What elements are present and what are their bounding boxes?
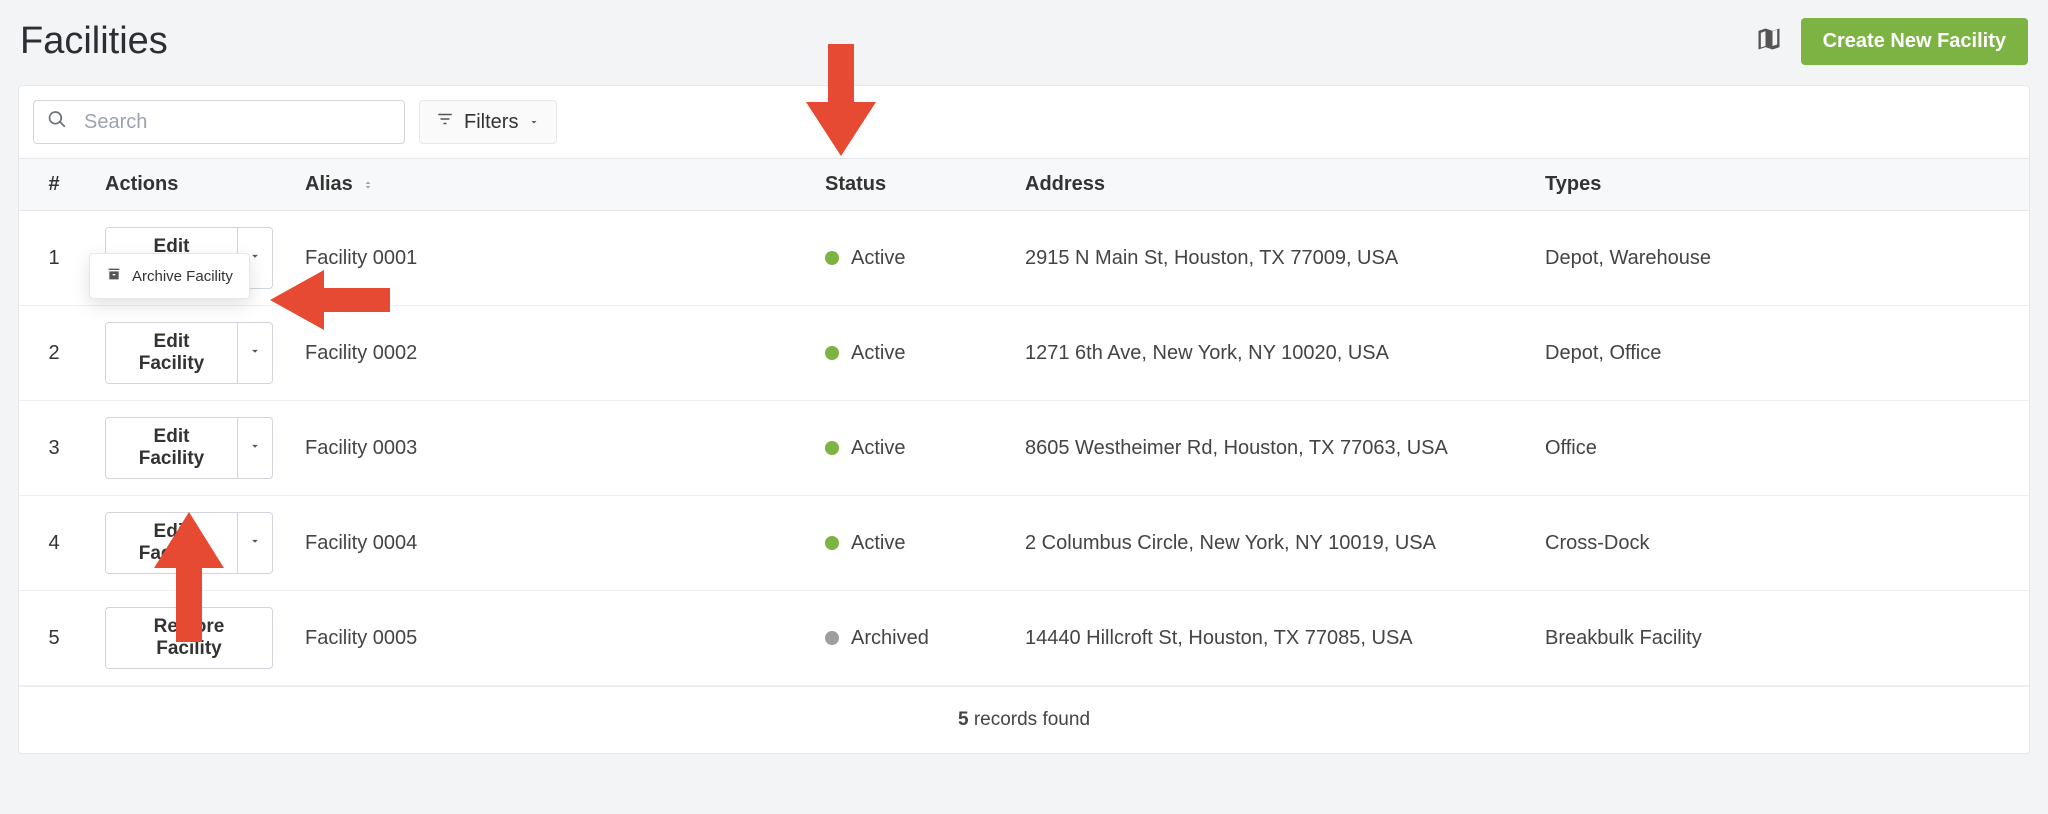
row-alias: Facility 0002 <box>289 306 809 401</box>
table-row: 4 Edit Facility Facility 0004 Active 2 Colum… <box>19 496 2029 591</box>
row-index: 4 <box>19 496 89 591</box>
action-dropdown-toggle[interactable] <box>238 417 273 479</box>
table-row: 2 Edit Facility Facility 0002 Active 1271 6t… <box>19 306 2029 401</box>
sort-indicator-icon <box>358 173 374 195</box>
status-dot-icon <box>825 441 839 455</box>
archive-icon <box>106 266 122 286</box>
caret-down-icon <box>528 111 540 134</box>
chevron-down-icon <box>248 342 262 363</box>
row-alias: Facility 0001 <box>289 211 809 306</box>
row-actions: Edit FacilityArchive Facility <box>89 211 289 306</box>
col-header-types[interactable]: Types <box>1529 159 2029 211</box>
create-facility-button[interactable]: Create New Facility <box>1801 18 2028 65</box>
search-icon <box>47 110 67 135</box>
action-dropdown-toggle[interactable] <box>238 512 273 574</box>
row-index: 3 <box>19 401 89 496</box>
row-alias: Facility 0005 <box>289 591 809 686</box>
row-types: Breakbulk Facility <box>1529 591 2029 686</box>
facilities-table: # Actions Alias Status Address Types 1Ed… <box>19 158 2029 686</box>
row-actions: Restore Facility <box>89 591 289 686</box>
filters-button[interactable]: Filters <box>419 100 557 144</box>
status-dot-icon <box>825 536 839 550</box>
filters-label: Filters <box>464 111 518 134</box>
table-header: # Actions Alias Status Address Types <box>19 159 2029 211</box>
status-label: Active <box>851 247 905 270</box>
row-address: 1271 6th Ave, New York, NY 10020, USA <box>1009 306 1529 401</box>
row-address: 14440 Hillcroft St, Houston, TX 77085, U… <box>1009 591 1529 686</box>
row-actions: Edit Facility <box>89 401 289 496</box>
header-actions: Create New Facility <box>1755 18 2028 65</box>
row-status: Archived <box>809 591 1009 686</box>
row-status: Active <box>809 401 1009 496</box>
row-index: 5 <box>19 591 89 686</box>
toolbar: Filters <box>19 86 2029 158</box>
edit-facility-button[interactable]: Edit Facility <box>105 322 238 384</box>
row-address: 2 Columbus Circle, New York, NY 10019, U… <box>1009 496 1529 591</box>
page-header: Facilities Create New Facility <box>18 18 2030 65</box>
search-input[interactable] <box>33 100 405 144</box>
row-types: Depot, Office <box>1529 306 2029 401</box>
status-dot-icon <box>825 346 839 360</box>
filter-icon <box>436 110 454 134</box>
row-alias: Facility 0003 <box>289 401 809 496</box>
status-label: Active <box>851 532 905 555</box>
status-label: Active <box>851 342 905 365</box>
action-dropdown-menu: Archive Facility <box>89 253 250 299</box>
row-types: Depot, Warehouse <box>1529 211 2029 306</box>
status-label: Archived <box>851 627 929 650</box>
row-status: Active <box>809 496 1009 591</box>
row-index: 1 <box>19 211 89 306</box>
col-header-alias[interactable]: Alias <box>289 159 809 211</box>
status-dot-icon <box>825 631 839 645</box>
table-row: 1Edit FacilityArchive FacilityFacility 0… <box>19 211 2029 306</box>
row-types: Office <box>1529 401 2029 496</box>
row-index: 2 <box>19 306 89 401</box>
col-header-actions[interactable]: Actions <box>89 159 289 211</box>
row-address: 8605 Westheimer Rd, Houston, TX 77063, U… <box>1009 401 1529 496</box>
archive-label: Archive Facility <box>132 268 233 285</box>
table-row: 3 Edit Facility Facility 0003 Active 8605 We… <box>19 401 2029 496</box>
action-button-group: Edit Facility <box>105 512 273 574</box>
search-wrap <box>33 100 405 144</box>
action-dropdown-toggle[interactable] <box>238 322 273 384</box>
chevron-down-icon <box>248 532 262 553</box>
status-dot-icon <box>825 251 839 265</box>
table-row: 5 Restore Facility Facility 0005 Archived 14… <box>19 591 2029 686</box>
row-status: Active <box>809 306 1009 401</box>
map-icon[interactable] <box>1755 25 1783 58</box>
footer-text: records found <box>974 709 1090 730</box>
row-actions: Edit Facility <box>89 496 289 591</box>
col-header-alias-label: Alias <box>305 173 353 195</box>
edit-facility-button[interactable]: Edit Facility <box>105 417 238 479</box>
col-header-index[interactable]: # <box>19 159 89 211</box>
row-alias: Facility 0004 <box>289 496 809 591</box>
restore-facility-button[interactable]: Restore Facility <box>105 607 273 669</box>
chevron-down-icon <box>248 247 262 268</box>
row-address: 2915 N Main St, Houston, TX 77009, USA <box>1009 211 1529 306</box>
archive-facility-menu-item[interactable]: Archive Facility <box>98 260 241 292</box>
action-button-group: Edit Facility <box>105 322 273 384</box>
row-types: Cross-Dock <box>1529 496 2029 591</box>
col-header-status[interactable]: Status <box>809 159 1009 211</box>
record-count: 5 <box>958 709 969 730</box>
col-header-address[interactable]: Address <box>1009 159 1529 211</box>
row-status: Active <box>809 211 1009 306</box>
chevron-down-icon <box>248 437 262 458</box>
page-title: Facilities <box>20 20 168 63</box>
row-actions: Edit Facility <box>89 306 289 401</box>
edit-facility-button[interactable]: Edit Facility <box>105 512 238 574</box>
table-body: 1Edit FacilityArchive FacilityFacility 0… <box>19 211 2029 686</box>
facilities-card: Filters # Actions Alias Sta <box>18 85 2030 754</box>
table-footer: 5 records found <box>19 686 2029 753</box>
action-button-group: Edit Facility <box>105 417 273 479</box>
status-label: Active <box>851 437 905 460</box>
